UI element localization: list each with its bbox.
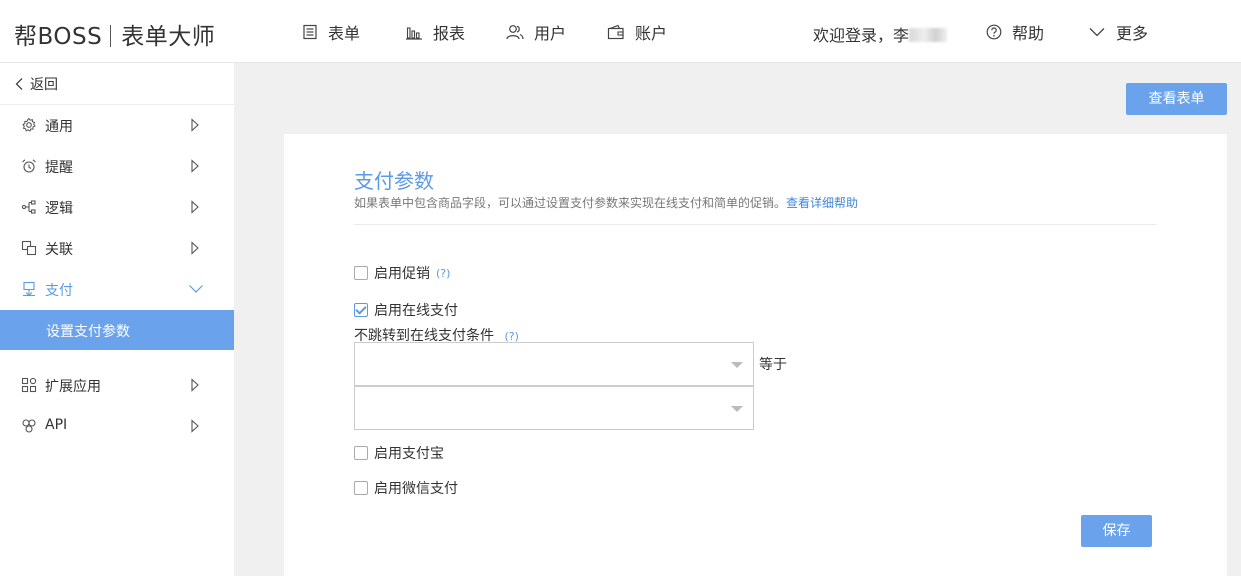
sidebar-item-reminder[interactable]: 提醒 [0, 146, 234, 187]
enable-wechat-pay-row: 启用微信支付 [354, 478, 458, 498]
sidebar-item-payment[interactable]: 支付 [0, 269, 234, 310]
app-logo[interactable]: 帮BOSS 表单大师 [14, 17, 215, 51]
enable-wechat-pay-checkbox[interactable] [354, 481, 368, 495]
nav-label-users: 用户 [534, 24, 567, 43]
top-header: 帮BOSS 表单大师 表单 报表 用户 账户 欢迎登录，李 帮助 更多 [0, 0, 1241, 63]
sidebar-subitem-payment-settings[interactable]: 设置支付参数 [0, 310, 234, 350]
nav-item-account[interactable]: 账户 [607, 21, 667, 43]
caret-right-icon [191, 419, 199, 433]
save-button[interactable]: 保存 [1081, 515, 1152, 547]
blurred-username [909, 28, 948, 42]
more-label: 更多 [1116, 24, 1149, 43]
sidebar-label-general: 通用 [45, 119, 73, 135]
caret-right-icon [191, 159, 199, 173]
nav-label-report: 报表 [433, 24, 466, 43]
caret-right-icon [191, 118, 199, 132]
enable-wechat-pay-label: 启用微信支付 [374, 481, 458, 497]
sidebar-subitem-label: 设置支付参数 [46, 324, 130, 340]
logo-separator [110, 25, 112, 47]
view-form-button[interactable]: 查看表单 [1126, 83, 1227, 115]
detailed-help-link[interactable]: 查看详细帮助 [786, 196, 858, 210]
sidebar-label-logic: 逻辑 [45, 201, 73, 217]
payment-icon [23, 281, 35, 297]
payment-settings-panel: 支付参数 如果表单中包含商品字段，可以通过设置支付参数来实现在线支付和简单的促销… [284, 134, 1227, 576]
sidebar-item-api[interactable]: API [0, 406, 234, 447]
enable-online-payment-label: 启用在线支付 [374, 303, 458, 319]
more-menu[interactable]: 更多 [1088, 21, 1148, 43]
sidebar-item-extensions[interactable]: 扩展应用 [0, 365, 234, 406]
chevron-left-icon [15, 78, 23, 90]
sidebar-label-api: API [45, 417, 68, 433]
form-icon [303, 24, 317, 40]
logic-tree-icon [21, 200, 36, 214]
equals-label: 等于 [759, 357, 787, 373]
enable-promotion-label: 启用促销 [374, 266, 430, 282]
help-label: 帮助 [1012, 24, 1045, 43]
sidebar-label-payment: 支付 [45, 283, 73, 299]
link-copy-icon [21, 240, 37, 256]
welcome-text: 欢迎登录，李 [813, 22, 948, 46]
settings-sidebar: 返回 通用 提醒 逻辑 关联 支付 设置支付参数 扩展应用 API [0, 63, 234, 576]
sidebar-label-extensions: 扩展应用 [45, 379, 101, 395]
logo-product: 表单大师 [121, 24, 216, 50]
enable-online-payment-row: 启用在线支付 [354, 300, 458, 320]
enable-alipay-checkbox[interactable] [354, 446, 368, 460]
nav-item-form[interactable]: 表单 [302, 21, 360, 43]
back-link[interactable]: 返回 [14, 74, 58, 94]
question-circle-icon [986, 24, 1002, 40]
sidebar-item-association[interactable]: 关联 [0, 228, 234, 269]
chevron-down-icon [1089, 28, 1105, 37]
page-description: 如果表单中包含商品字段，可以通过设置支付参数来实现在线支付和简单的促销。查看详细… [354, 194, 858, 211]
nav-item-report[interactable]: 报表 [405, 21, 465, 43]
dropdown-caret-icon [731, 362, 743, 368]
enable-online-payment-checkbox[interactable] [354, 303, 368, 317]
enable-alipay-label: 启用支付宝 [374, 446, 444, 462]
sidebar-label-reminder: 提醒 [45, 160, 73, 176]
nav-item-users[interactable]: 用户 [506, 21, 566, 43]
api-icon [22, 419, 36, 433]
sidebar-item-logic[interactable]: 逻辑 [0, 187, 234, 228]
enable-promotion-row: 启用促销 (?) [354, 263, 450, 283]
condition-value-select[interactable] [354, 386, 754, 430]
caret-right-icon [191, 200, 199, 214]
condition-field-select[interactable] [354, 342, 754, 386]
nav-label-form: 表单 [328, 24, 361, 43]
description-text: 如果表单中包含商品字段，可以通过设置支付参数来实现在线支付和简单的促销。 [354, 196, 787, 210]
dropdown-caret-icon [731, 406, 743, 412]
wallet-icon [607, 24, 624, 40]
sidebar-item-general[interactable]: 通用 [0, 105, 234, 146]
caret-down-icon [189, 285, 203, 293]
gear-icon [22, 117, 36, 132]
help-menu[interactable]: 帮助 [986, 21, 1044, 43]
sidebar-label-association: 关联 [45, 242, 73, 258]
caret-right-icon [191, 241, 199, 255]
promotion-help-icon[interactable]: (?) [436, 267, 450, 280]
nav-label-account: 账户 [635, 24, 668, 43]
users-icon [506, 25, 524, 40]
apps-grid-icon [21, 377, 37, 393]
enable-promotion-checkbox[interactable] [354, 266, 368, 280]
back-label: 返回 [30, 77, 58, 93]
caret-right-icon [191, 378, 199, 392]
enable-alipay-row: 启用支付宝 [354, 443, 444, 463]
page-title: 支付参数 [354, 169, 434, 193]
alarm-clock-icon [22, 159, 36, 173]
logo-brand: 帮BOSS [14, 24, 103, 50]
title-divider [354, 224, 1157, 225]
welcome-greeting: 欢迎登录，李 [813, 26, 910, 45]
bar-chart-icon [406, 27, 422, 40]
